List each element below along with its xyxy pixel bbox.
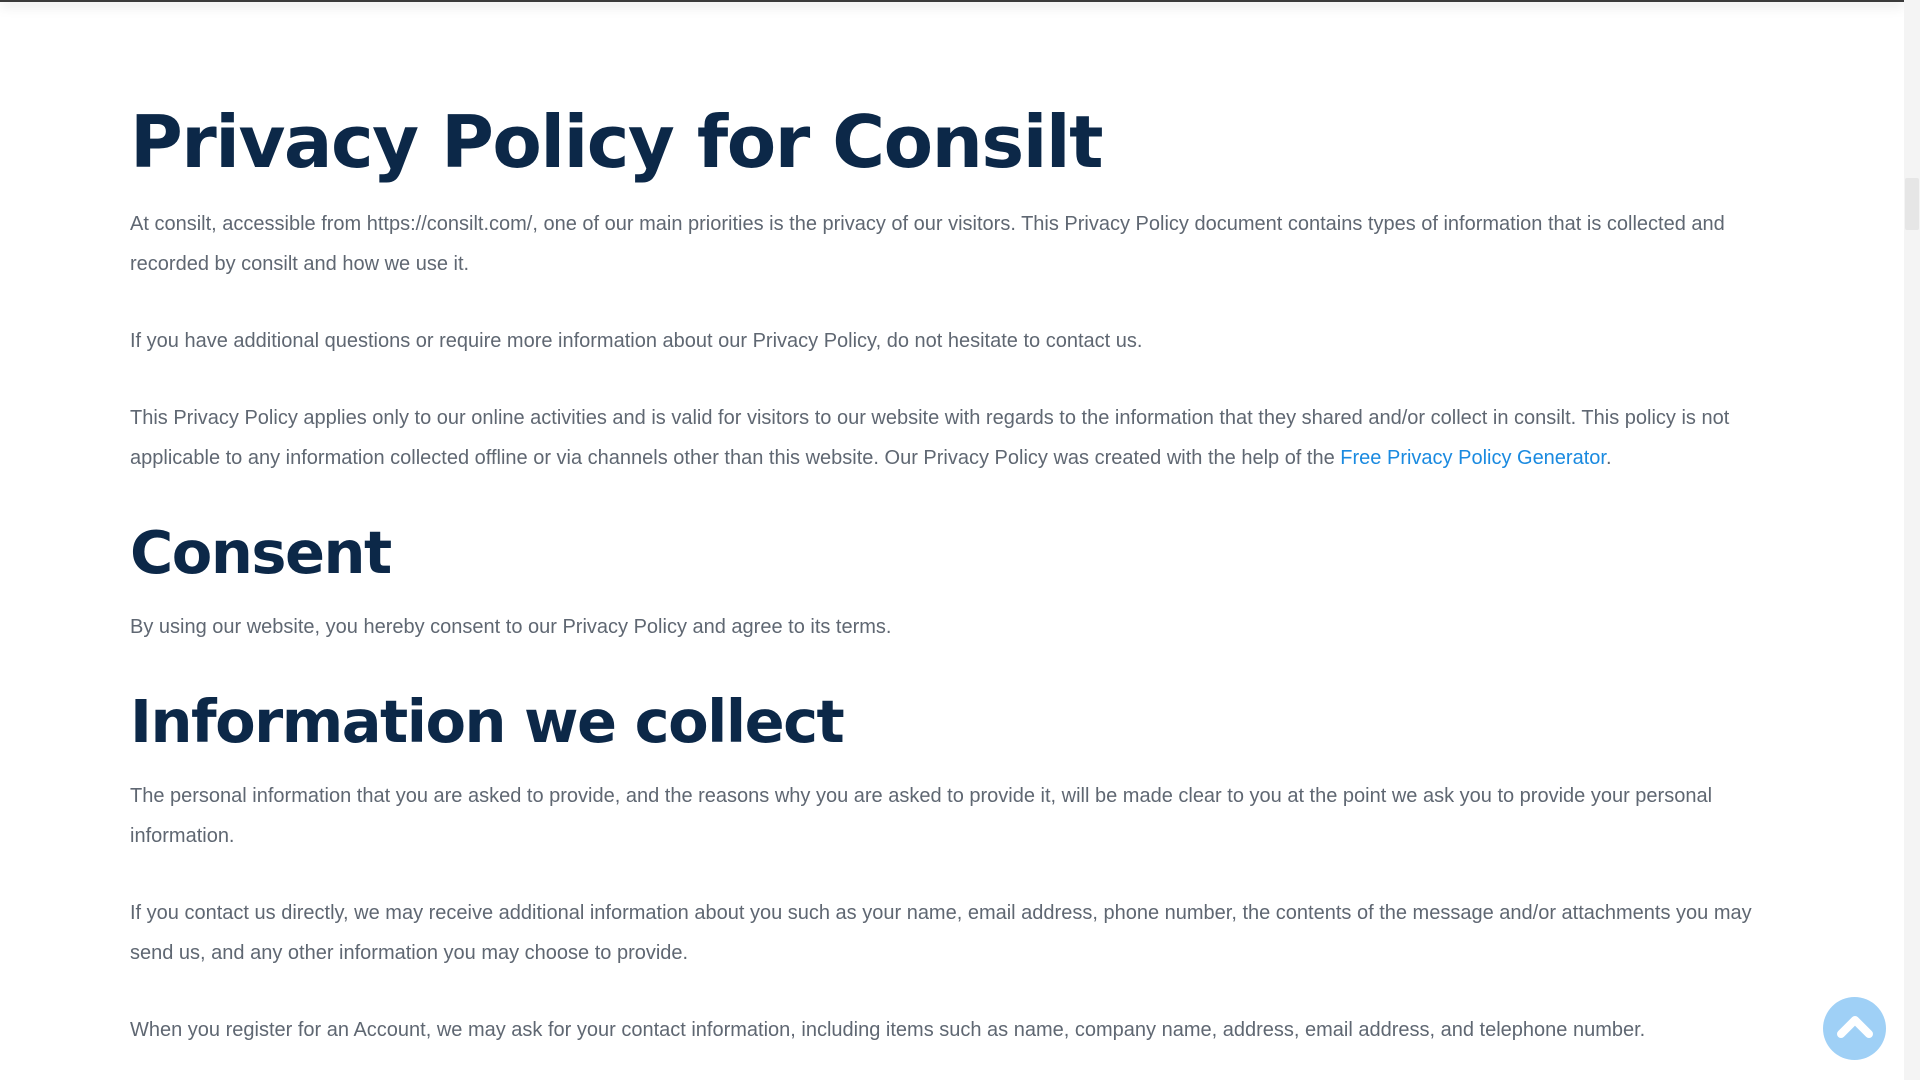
scrollbar-thumb[interactable]: [1905, 178, 1919, 230]
page: Privacy Policy for Consilt At consilt, a…: [0, 0, 1904, 1080]
information-heading: Information we collect: [130, 687, 845, 756]
page-title: Privacy Policy for Consilt: [130, 100, 1104, 184]
information-paragraph-1: The personal information that you are as…: [130, 785, 1713, 847]
information-paragraph-2: If you contact us directly, we may recei…: [130, 902, 1752, 964]
scroll-to-top-button[interactable]: [1823, 997, 1886, 1060]
consent-heading: Consent: [130, 518, 392, 587]
intro-paragraph-2: If you have additional questions or requ…: [130, 330, 1143, 352]
chevron-up-icon: [1836, 1013, 1873, 1044]
scrollbar-track[interactable]: [1904, 0, 1920, 1080]
privacy-policy-generator-link[interactable]: Free Privacy Policy Generator: [1340, 447, 1606, 469]
privacy-policy-content: Privacy Policy for Consilt At consilt, a…: [130, 96, 1760, 1080]
intro-paragraph-3: This Privacy Policy applies only to our …: [130, 398, 1760, 478]
information-paragraph-3: When you register for an Account, we may…: [130, 1019, 1646, 1041]
intro-paragraph-3-end: .: [1605, 447, 1612, 469]
intro-paragraph-1: At consilt, accessible from https://cons…: [130, 213, 1725, 275]
consent-paragraph: By using our website, you hereby consent…: [130, 616, 892, 638]
top-shadow: [0, 0, 1904, 2]
